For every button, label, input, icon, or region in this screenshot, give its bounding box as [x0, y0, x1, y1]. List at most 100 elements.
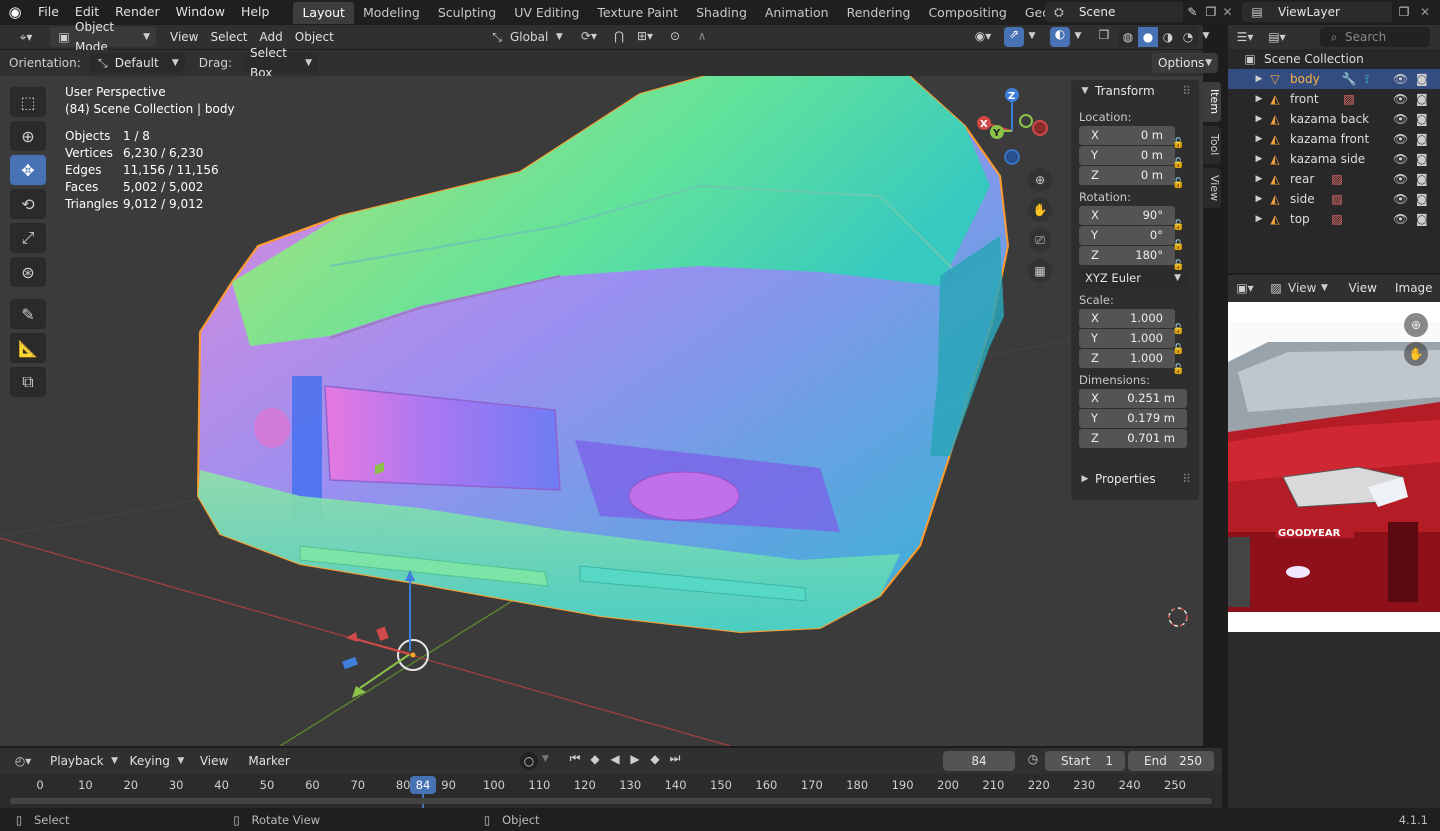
select-box-tool-icon[interactable]: ⬚: [10, 87, 46, 117]
camera-render-icon[interactable]: ◙: [1416, 89, 1428, 109]
pivot-point-icon[interactable]: ⟳▾: [576, 29, 602, 43]
scene-selector[interactable]: ⛭ Scene ✎ ❐ ✕: [1045, 2, 1235, 22]
lock-icon[interactable]: 🔓: [1172, 158, 1188, 178]
lock-icon[interactable]: 🔓: [1172, 260, 1188, 324]
editor-type-icon[interactable]: ⌖▾: [6, 30, 46, 45]
workspace-tab-animation[interactable]: Animation: [756, 2, 838, 24]
camera-view-icon[interactable]: ⎚: [1028, 228, 1052, 252]
cursor-tool-icon[interactable]: ⊕: [10, 121, 46, 151]
eye-icon[interactable]: 👁: [1393, 169, 1408, 189]
lock-icon[interactable]: 🔓: [1172, 324, 1188, 344]
drag-dropdown[interactable]: Select Box ▼: [243, 46, 318, 80]
remove-view-layer-icon[interactable]: ✕: [1416, 5, 1434, 19]
scene-name-field[interactable]: Scene: [1072, 2, 1184, 22]
menu-file[interactable]: File: [30, 0, 67, 24]
view-layer-name-field[interactable]: ViewLayer: [1272, 2, 1392, 22]
chevron-right-icon[interactable]: ▶: [1252, 129, 1266, 149]
timeline-scrollbar[interactable]: [10, 798, 1212, 804]
npanel-tab-item[interactable]: Item: [1203, 82, 1221, 122]
menu-window[interactable]: Window: [168, 0, 233, 24]
chevron-right-icon[interactable]: ▶: [1252, 149, 1266, 169]
drag-handle-icon[interactable]: ⠿: [1182, 84, 1191, 98]
new-scene-icon[interactable]: ❐: [1202, 5, 1221, 19]
rotation-mode-dropdown[interactable]: XYZ Euler ▼: [1079, 269, 1187, 288]
zoom-view-icon[interactable]: ⊕: [1028, 168, 1052, 192]
lock-icon[interactable]: 🔓: [1172, 364, 1188, 384]
camera-render-icon[interactable]: ◙: [1416, 109, 1428, 129]
eye-icon[interactable]: 👁: [1393, 89, 1408, 109]
view-layer-selector[interactable]: ▤ ViewLayer ❐ ✕: [1242, 2, 1438, 22]
image-editor-menu-view[interactable]: View: [1342, 278, 1382, 298]
overlay-toggle-icon[interactable]: ◐: [1050, 27, 1070, 47]
display-mode-icon[interactable]: ▤▾: [1262, 30, 1292, 44]
lock-icon[interactable]: 🔓: [1172, 138, 1188, 158]
outliner-editor-type-icon[interactable]: ☰▾: [1228, 30, 1262, 44]
location-y-field[interactable]: Y 0 m: [1079, 146, 1175, 165]
snap-icon[interactable]: ⋂: [610, 29, 628, 43]
proportional-edit-icon[interactable]: ⊙: [666, 29, 684, 43]
location-z-field[interactable]: Z 0 m: [1079, 166, 1175, 185]
overlay-dropdown-icon[interactable]: ▼: [1072, 31, 1084, 41]
lock-icon[interactable]: 🔓: [1172, 220, 1188, 240]
outliner-item-kazama-front[interactable]: ▶ ◭ kazama front 👁 ◙: [1228, 129, 1440, 149]
solid-shading-icon[interactable]: ●: [1138, 27, 1158, 47]
npanel-tab-tool[interactable]: Tool: [1203, 126, 1221, 164]
visibility-icon[interactable]: ◉▾: [968, 29, 998, 43]
eye-icon[interactable]: 👁: [1393, 149, 1408, 169]
camera-render-icon[interactable]: ◙: [1416, 129, 1428, 149]
scale-x-field[interactable]: X 1.000: [1079, 309, 1175, 328]
outliner-item-kazama-side[interactable]: ▶ ◭ kazama side 👁 ◙: [1228, 149, 1440, 169]
camera-render-icon[interactable]: ◙: [1416, 149, 1428, 169]
annotate-tool-icon[interactable]: ✎: [10, 299, 46, 329]
workspace-tab-uv-editing[interactable]: UV Editing: [505, 2, 588, 24]
chevron-right-icon[interactable]: ▶: [1252, 209, 1266, 229]
menu-help[interactable]: Help: [233, 0, 278, 24]
gizmo-toggle-icon[interactable]: ⇗: [1004, 27, 1024, 47]
transform-orientation[interactable]: ⤡ Global ▼: [488, 27, 566, 47]
outliner-item-rear[interactable]: ▶ ◭ rear ▨ 👁 ◙: [1228, 169, 1440, 189]
playhead[interactable]: 84: [410, 776, 436, 794]
outliner-search-field[interactable]: ⌕ Search: [1320, 27, 1430, 47]
chevron-right-icon[interactable]: ▶: [1252, 169, 1266, 189]
rotation-y-field[interactable]: Y 0°: [1079, 226, 1175, 245]
workspace-tab-rendering[interactable]: Rendering: [838, 2, 920, 24]
3d-viewport[interactable]: Z X Y ⊕ ✋ ⎚ ▦ User Perspective (84) Scen…: [0, 76, 1203, 746]
image-pan-icon[interactable]: ✋: [1404, 342, 1428, 366]
viewport-menu-view[interactable]: View: [164, 27, 204, 47]
workspace-tab-layout[interactable]: Layout: [293, 2, 354, 24]
workspace-tab-compositing[interactable]: Compositing: [919, 2, 1015, 24]
lock-icon[interactable]: 🔓: [1172, 240, 1188, 260]
rotate-tool-icon[interactable]: ⟲: [10, 189, 46, 219]
eye-icon[interactable]: 👁: [1393, 209, 1408, 229]
chevron-right-icon[interactable]: ▶: [1252, 69, 1266, 89]
pin-icon[interactable]: ✎: [1183, 5, 1202, 19]
camera-render-icon[interactable]: ◙: [1416, 209, 1428, 229]
outliner-scene-collection[interactable]: ▣ Scene Collection: [1228, 49, 1440, 69]
image-editor-menu-image[interactable]: Image: [1389, 278, 1439, 298]
dimensions-y-field[interactable]: Y 0.179 m: [1079, 409, 1187, 428]
camera-render-icon[interactable]: ◙: [1416, 69, 1428, 89]
xray-icon[interactable]: ❒: [1094, 28, 1114, 42]
workspace-tab-sculpting[interactable]: Sculpting: [429, 2, 505, 24]
lock-icon[interactable]: 🔓: [1172, 178, 1188, 220]
location-x-field[interactable]: X 0 m: [1079, 126, 1175, 145]
rotation-z-field[interactable]: Z 180°: [1079, 246, 1175, 265]
camera-render-icon[interactable]: ◙: [1416, 169, 1428, 189]
falloff-icon[interactable]: ∧: [690, 29, 714, 43]
image-view-dropdown[interactable]: ▨ View ▼: [1268, 281, 1332, 295]
chevron-right-icon[interactable]: ▶: [1252, 189, 1266, 209]
mode-dropdown[interactable]: ▣ Object Mode ▼: [50, 20, 156, 54]
blender-logo-icon[interactable]: ◉: [0, 3, 30, 21]
outliner-item-front[interactable]: ▶ ◭ front ▨ 👁 ◙: [1228, 89, 1440, 109]
eye-icon[interactable]: 👁: [1393, 69, 1408, 89]
rendered-shading-icon[interactable]: ◔: [1178, 27, 1198, 47]
remove-scene-icon[interactable]: ✕: [1220, 5, 1235, 19]
camera-render-icon[interactable]: ◙: [1416, 189, 1428, 209]
outliner-item-kazama-back[interactable]: ▶ ◭ kazama back 👁 ◙: [1228, 109, 1440, 129]
add-cube-tool-icon[interactable]: ⧉: [10, 367, 46, 397]
viewport-menu-select[interactable]: Select: [204, 27, 253, 47]
wireframe-shading-icon[interactable]: ◍: [1118, 27, 1138, 47]
outliner-item-body[interactable]: ▶ ▽ body 🔧 ⟟ 👁 ◙: [1228, 69, 1440, 89]
lock-icon[interactable]: 🔓: [1172, 344, 1188, 364]
workspace-tab-texture-paint[interactable]: Texture Paint: [588, 2, 687, 24]
